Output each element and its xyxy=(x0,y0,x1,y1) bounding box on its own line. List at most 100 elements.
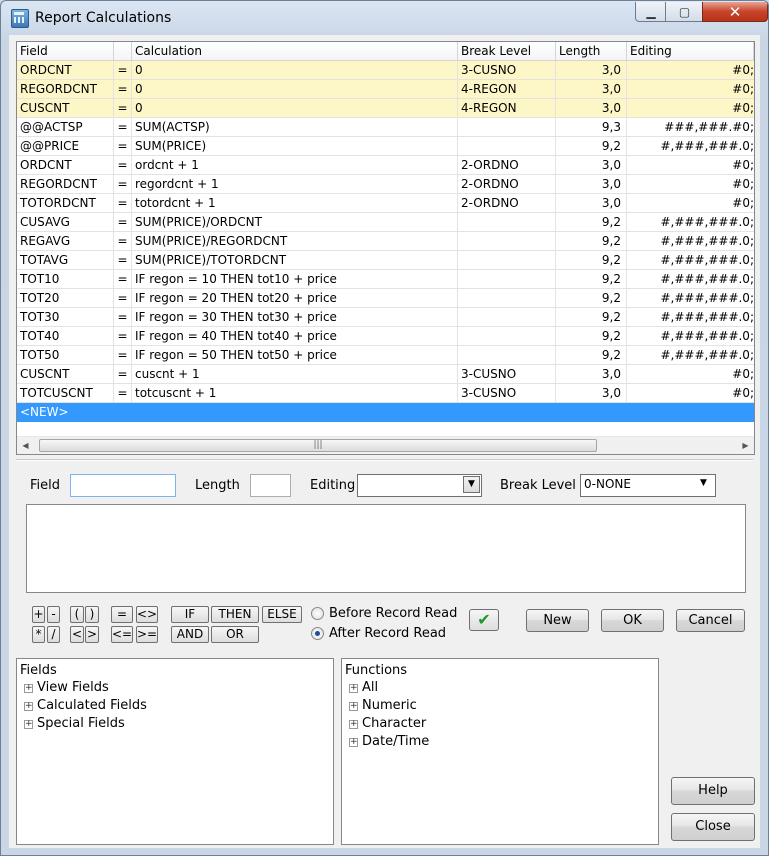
title-bar[interactable]: Report Calculations ▁ ▢ ✕ xyxy=(1,1,768,35)
plus-operator-button[interactable]: + xyxy=(32,606,45,623)
new-row[interactable]: <NEW> xyxy=(17,403,754,422)
cancel-button[interactable]: Cancel xyxy=(676,609,745,632)
window-title: Report Calculations xyxy=(35,10,172,26)
less-than-button[interactable]: < xyxy=(70,626,84,643)
separator xyxy=(16,459,753,461)
calculation-text-area[interactable] xyxy=(26,504,746,593)
minus-operator-button[interactable]: - xyxy=(47,606,60,623)
help-button[interactable]: Help xyxy=(671,777,755,805)
divide-operator-button[interactable]: / xyxy=(47,626,60,643)
cell-calculation: 0 xyxy=(132,80,458,98)
column-header-calculation[interactable]: Calculation xyxy=(132,42,458,60)
cell-length: 3,0 xyxy=(556,80,627,98)
if-button[interactable]: IF xyxy=(171,606,209,623)
less-equal-button[interactable]: <= xyxy=(111,626,133,643)
cell-calculation: ordcnt + 1 xyxy=(132,156,458,174)
tree-item-all[interactable]: + All xyxy=(349,679,378,697)
scroll-right-icon[interactable]: ▶ xyxy=(737,437,754,454)
table-row[interactable]: CUSAVG = SUM(PRICE)/ORDCNT 9,2 #,###,###.0; xyxy=(17,213,754,232)
scroll-left-icon[interactable]: ◀ xyxy=(17,437,34,454)
or-button[interactable]: OR xyxy=(211,626,259,643)
cell-eq: = xyxy=(114,137,132,155)
cell-length: 3,0 xyxy=(556,365,627,383)
table-row[interactable]: TOTCUSCNT = totcuscnt + 1 3-CUSNO 3,0 #0; xyxy=(17,384,754,403)
table-row[interactable]: TOT40 = IF regon = 40 THEN tot40 + price 9,… xyxy=(17,327,754,346)
tree-item-special-fields[interactable]: + Special Fields xyxy=(24,715,125,733)
column-header-break-level[interactable]: Break Level xyxy=(458,42,556,60)
close-window-button[interactable]: ✕ xyxy=(702,2,768,22)
cell-length: 3,0 xyxy=(556,175,627,193)
table-row[interactable]: TOT10 = IF regon = 10 THEN tot10 + price 9,… xyxy=(17,270,754,289)
table-row[interactable]: REGORDCNT = regordcnt + 1 2-ORDNO 3,0 #0; xyxy=(17,175,754,194)
expand-icon[interactable]: + xyxy=(24,720,33,729)
before-record-read-radio[interactable]: Before Record Read xyxy=(311,605,457,623)
cell-editing: #,###,###.0; xyxy=(660,310,754,324)
cell-editing: #,###,###.0; xyxy=(660,139,754,153)
tree-item-calculated-fields[interactable]: + Calculated Fields xyxy=(24,697,147,715)
tree-item-view-fields[interactable]: + View Fields xyxy=(24,679,109,697)
editing-select[interactable]: ▼ xyxy=(357,474,482,497)
chevron-down-icon[interactable]: ▼ xyxy=(463,476,480,493)
table-row[interactable]: TOTAVG = SUM(PRICE)/TOTORDCNT 9,2 #,###,###.… xyxy=(17,251,754,270)
cell-calculation: SUM(PRICE)/TOTORDCNT xyxy=(132,251,458,269)
column-header-editing[interactable]: Editing xyxy=(627,42,754,60)
then-button[interactable]: THEN xyxy=(211,606,259,623)
ok-button[interactable]: OK xyxy=(601,609,664,632)
cell-break-level: 3-CUSNO xyxy=(458,384,556,402)
expand-icon[interactable]: + xyxy=(24,684,33,693)
table-row[interactable]: TOTORDCNT = totordcnt + 1 2-ORDNO 3,0 #0; xyxy=(17,194,754,213)
table-row[interactable]: REGAVG = SUM(PRICE)/REGORDCNT 9,2 #,###,###.… xyxy=(17,232,754,251)
field-input[interactable] xyxy=(70,474,176,497)
column-header-field[interactable]: Field xyxy=(17,42,114,60)
cell-eq: = xyxy=(114,175,132,193)
column-header-eq[interactable] xyxy=(114,42,132,60)
cell-break-level xyxy=(458,270,556,288)
column-header-length[interactable]: Length xyxy=(556,42,627,60)
cell-calculation: totordcnt + 1 xyxy=(132,194,458,212)
expand-icon[interactable]: + xyxy=(349,702,358,711)
maximize-button[interactable]: ▢ xyxy=(665,2,704,22)
table-row[interactable]: @@PRICE = SUM(PRICE) 9,2 #,###,###.0; xyxy=(17,137,754,156)
table-row[interactable]: @@ACTSP = SUM(ACTSP) 9,3 ###,###.#0; xyxy=(17,118,754,137)
table-row[interactable]: ORDCNT = ordcnt + 1 2-ORDNO 3,0 #0; xyxy=(17,156,754,175)
new-button[interactable]: New xyxy=(526,609,589,632)
table-row[interactable]: TOT30 = IF regon = 30 THEN tot30 + price 9,… xyxy=(17,308,754,327)
accept-button[interactable]: ✔ xyxy=(469,609,499,631)
expand-icon[interactable]: + xyxy=(349,738,358,747)
table-row[interactable]: CUSCNT = cuscnt + 1 3-CUSNO 3,0 #0; xyxy=(17,365,754,384)
multiply-operator-button[interactable]: * xyxy=(32,626,45,643)
cell-break-level xyxy=(458,346,556,364)
tree-item-numeric[interactable]: + Numeric xyxy=(349,697,417,715)
else-button[interactable]: ELSE xyxy=(262,606,302,623)
close-button[interactable]: Close xyxy=(671,813,755,841)
table-row[interactable]: TOT20 = IF regon = 20 THEN tot20 + price 9,… xyxy=(17,289,754,308)
after-record-read-radio[interactable]: After Record Read xyxy=(311,625,446,643)
checkmark-icon: ✔ xyxy=(477,610,491,629)
right-paren-button[interactable]: ) xyxy=(85,606,99,623)
left-paren-button[interactable]: ( xyxy=(70,606,84,623)
horizontal-scrollbar[interactable]: ◀ ||| ▶ xyxy=(17,436,754,454)
scroll-thumb[interactable]: ||| xyxy=(39,439,597,452)
greater-than-button[interactable]: > xyxy=(85,626,99,643)
table-row[interactable]: CUSCNT = 0 4-REGON 3,0 #0; xyxy=(17,99,754,118)
chevron-down-icon[interactable]: ▼ xyxy=(695,476,712,493)
expand-icon[interactable]: + xyxy=(24,702,33,711)
greater-equal-button[interactable]: >= xyxy=(136,626,158,643)
table-row[interactable]: TOT50 = IF regon = 50 THEN tot50 + price 9,… xyxy=(17,346,754,365)
minimize-button[interactable]: ▁ xyxy=(635,2,667,22)
equals-operator-button[interactable]: = xyxy=(111,606,133,623)
not-equal-operator-button[interactable]: <> xyxy=(136,606,158,623)
table-row[interactable]: ORDCNT = 0 3-CUSNO 3,0 #0; xyxy=(17,61,754,80)
calculations-grid[interactable]: Field Calculation Break Level Length Edi… xyxy=(16,41,755,455)
tree-item-character[interactable]: + Character xyxy=(349,715,426,733)
expand-icon[interactable]: + xyxy=(349,684,358,693)
break-level-select[interactable]: 0-NONE ▼ xyxy=(580,474,716,497)
table-row[interactable]: REGORDCNT = 0 4-REGON 3,0 #0; xyxy=(17,80,754,99)
new-row-label: <NEW> xyxy=(20,405,69,419)
tree-item-date-time[interactable]: + Date/Time xyxy=(349,733,429,751)
cell-break-level: 3-CUSNO xyxy=(458,61,556,79)
expand-icon[interactable]: + xyxy=(349,720,358,729)
cell-break-level: 4-REGON xyxy=(458,99,556,117)
length-input[interactable] xyxy=(250,474,291,497)
and-button[interactable]: AND xyxy=(171,626,209,643)
